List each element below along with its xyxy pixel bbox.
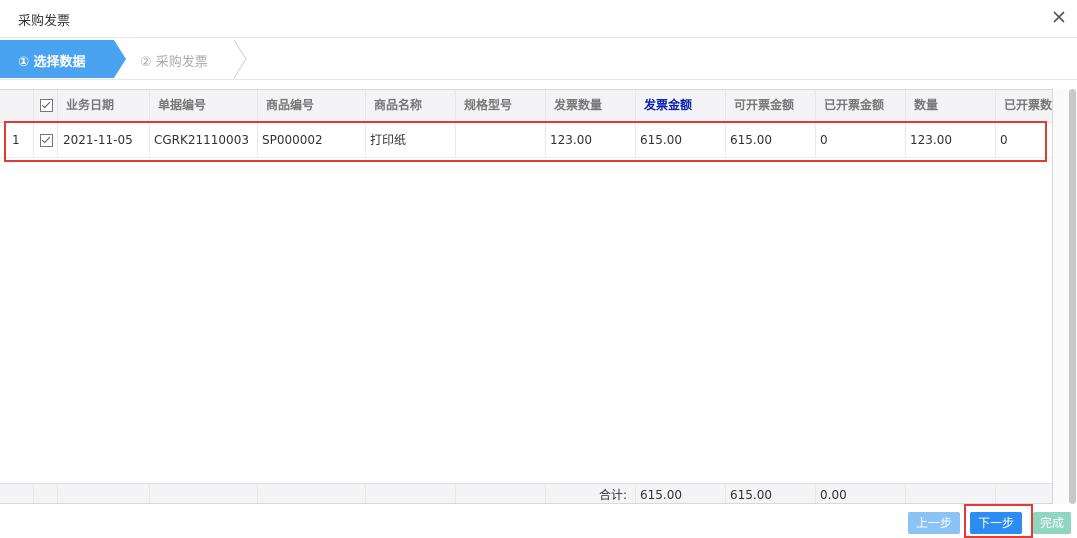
summary-empty (996, 484, 1052, 503)
wizard-steps: ① 选择数据 ② 采购发票 (0, 38, 1077, 80)
row-select[interactable] (34, 123, 58, 157)
summary-empty (34, 484, 58, 503)
cell-item-name: 打印纸 (366, 123, 456, 157)
cell-date: 2021-11-05 (58, 123, 150, 157)
summary-available-amount: 615.00 (726, 484, 816, 503)
summary-empty (456, 484, 546, 503)
scrollbar-thumb[interactable] (1069, 89, 1076, 504)
cell-invoiced-amount: 0 (816, 123, 906, 157)
summary-empty (906, 484, 996, 503)
cell-available-amount: 615.00 (726, 123, 816, 157)
summary-empty (58, 484, 150, 503)
cell-qty: 123.00 (906, 123, 996, 157)
cell-spec (456, 123, 546, 157)
cell-inv-amount[interactable]: 615.00 (636, 123, 726, 157)
dialog-title: 采购发票 (18, 14, 71, 29)
summary-empty (258, 484, 366, 503)
header-available-amount[interactable]: 可开票金额 (726, 90, 816, 122)
header-inv-amount[interactable]: 发票金额 (636, 90, 726, 122)
header-date[interactable]: 业务日期 (58, 90, 150, 122)
cell-invoiced-qty: 0 (996, 123, 1052, 157)
checkbox-icon[interactable] (40, 99, 53, 112)
finish-button[interactable]: 完成 (1033, 512, 1072, 534)
dialog-titlebar: 采购发票 (0, 0, 1077, 38)
summary-empty (150, 484, 258, 503)
grid-header: 业务日期 单据编号 商品编号 商品名称 规格型号 发票数量 发票金额 可开票金额… (0, 90, 1052, 123)
step-select-data-label: ① 选择数据 (18, 55, 86, 70)
next-step-button[interactable]: 下一步 (970, 512, 1023, 534)
header-invoiced-qty[interactable]: 已开票数 (996, 90, 1052, 122)
close-icon[interactable] (1049, 7, 1069, 27)
header-spec[interactable]: 规格型号 (456, 90, 546, 122)
header-inv-qty[interactable]: 发票数量 (546, 90, 636, 122)
prev-step-button[interactable]: 上一步 (908, 512, 961, 534)
grid-summary-row: 合计: 615.00 615.00 0.00 (0, 483, 1052, 503)
header-doc-no[interactable]: 单据编号 (150, 90, 258, 122)
header-item-code[interactable]: 商品编号 (258, 90, 366, 122)
checkbox-icon[interactable] (40, 134, 53, 147)
table-row[interactable]: 1 2021-11-05 CGRK21110003 SP000002 打印纸 1… (0, 123, 1052, 158)
header-item-name[interactable]: 商品名称 (366, 90, 456, 122)
cell-item-code: SP000002 (258, 123, 366, 157)
summary-label: 合计: (546, 484, 636, 503)
summary-inv-amount: 615.00 (636, 484, 726, 503)
step-purchase-invoice-label: ② 采购发票 (140, 55, 208, 70)
header-invoiced-amount[interactable]: 已开票金额 (816, 90, 906, 122)
summary-empty (0, 484, 34, 503)
summary-invoiced-amount: 0.00 (816, 484, 906, 503)
data-grid: 业务日期 单据编号 商品编号 商品名称 规格型号 发票数量 发票金额 可开票金额… (0, 89, 1053, 504)
row-number: 1 (0, 123, 34, 157)
header-qty[interactable]: 数量 (906, 90, 996, 122)
header-select-all[interactable] (34, 90, 58, 122)
header-rownum (0, 90, 34, 122)
summary-empty (366, 484, 456, 503)
cell-inv-qty[interactable]: 123.00 (546, 123, 636, 157)
cell-doc-no: CGRK21110003 (150, 123, 258, 157)
vertical-scrollbar[interactable] (1053, 89, 1077, 504)
